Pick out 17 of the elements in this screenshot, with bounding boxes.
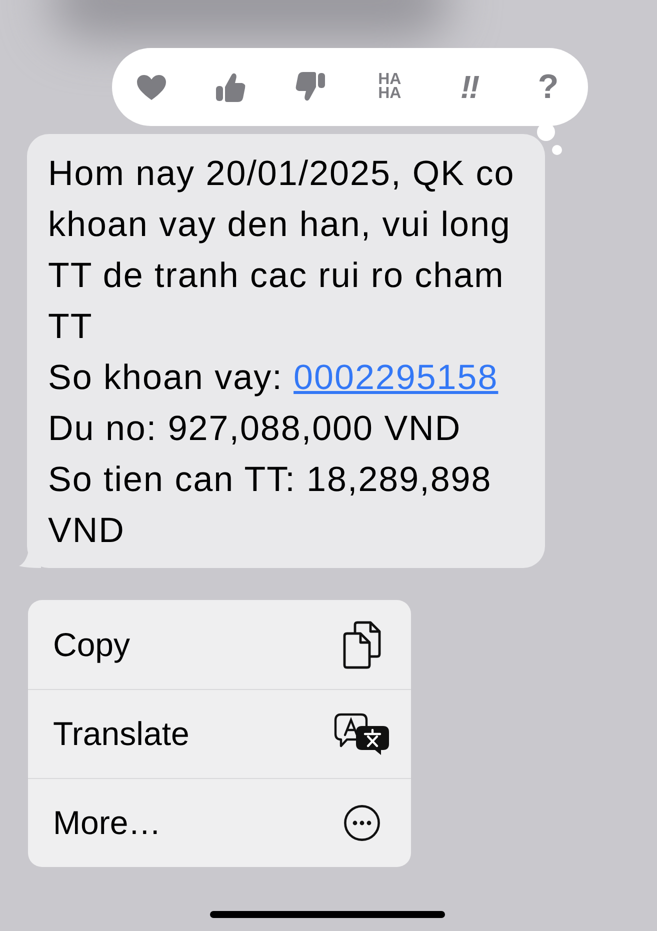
translate-icon: [334, 713, 390, 755]
thumbs-up-icon[interactable]: [216, 72, 246, 102]
message-text: So tien can TT: 18,289,898 VND: [48, 459, 493, 552]
account-number-link[interactable]: 0002295158: [294, 358, 498, 397]
reaction-button[interactable]: ?: [538, 70, 559, 104]
copy-icon: [343, 620, 381, 668]
thumbs-down-icon[interactable]: [295, 72, 326, 102]
more-icon: [344, 805, 380, 841]
menu-item[interactable]: Copy: [28, 600, 411, 689]
message-text: Du no: 927,088,000 VND: [48, 408, 462, 450]
message-text: Hom nay 20/01/2025, QK co khoan vay den han, vui long TT de tranh cac rui ro cham TT: [48, 153, 516, 348]
reaction-button[interactable]: HA HA: [378, 73, 402, 101]
menu-item[interactable]: More…: [28, 778, 411, 867]
message-text: So khoan vay: 0002295158: [48, 357, 500, 399]
menu-item[interactable]: Translate: [28, 689, 411, 778]
heart-icon[interactable]: [137, 74, 166, 100]
reaction-button[interactable]: !!: [460, 71, 478, 103]
